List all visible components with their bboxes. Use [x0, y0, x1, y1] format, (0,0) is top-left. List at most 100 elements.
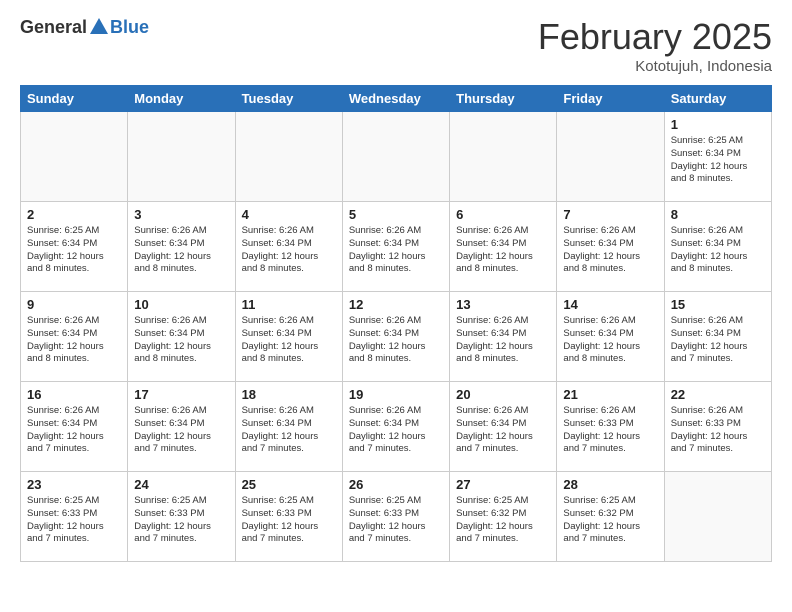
logo-blue-text: Blue — [110, 17, 149, 38]
day-cell: 2 Sunrise: 6:25 AM Sunset: 6:34 PM Daylig… — [21, 202, 128, 292]
week-row-2: 2 Sunrise: 6:25 AM Sunset: 6:34 PM Daylig… — [21, 202, 772, 292]
week-row-5: 23 Sunrise: 6:25 AM Sunset: 6:33 PM Dayli… — [21, 472, 772, 562]
day-info: Sunrise: 6:26 AM Sunset: 6:34 PM Dayligh… — [27, 405, 121, 456]
day-cell — [450, 112, 557, 202]
day-number: 16 — [27, 387, 121, 402]
weekday-header-saturday: Saturday — [664, 86, 771, 112]
day-cell: 1 Sunrise: 6:25 AM Sunset: 6:34 PM Daylig… — [664, 112, 771, 202]
day-info: Sunrise: 6:26 AM Sunset: 6:34 PM Dayligh… — [349, 225, 443, 276]
day-cell: 8 Sunrise: 6:26 AM Sunset: 6:34 PM Daylig… — [664, 202, 771, 292]
day-number: 21 — [563, 387, 657, 402]
logo-icon — [88, 16, 110, 38]
logo-general-text: General — [20, 17, 87, 38]
weekday-header-row: SundayMondayTuesdayWednesdayThursdayFrid… — [21, 86, 772, 112]
day-number: 10 — [134, 297, 228, 312]
day-number: 5 — [349, 207, 443, 222]
day-info: Sunrise: 6:26 AM Sunset: 6:34 PM Dayligh… — [456, 315, 550, 366]
day-info: Sunrise: 6:26 AM Sunset: 6:34 PM Dayligh… — [27, 315, 121, 366]
week-row-1: 1 Sunrise: 6:25 AM Sunset: 6:34 PM Daylig… — [21, 112, 772, 202]
day-info: Sunrise: 6:26 AM Sunset: 6:34 PM Dayligh… — [242, 405, 336, 456]
day-number: 2 — [27, 207, 121, 222]
day-cell: 12 Sunrise: 6:26 AM Sunset: 6:34 PM Dayli… — [342, 292, 449, 382]
day-info: Sunrise: 6:25 AM Sunset: 6:32 PM Dayligh… — [456, 495, 550, 546]
weekday-header-thursday: Thursday — [450, 86, 557, 112]
day-cell — [664, 472, 771, 562]
day-info: Sunrise: 6:25 AM Sunset: 6:33 PM Dayligh… — [27, 495, 121, 546]
day-number: 23 — [27, 477, 121, 492]
day-info: Sunrise: 6:26 AM Sunset: 6:34 PM Dayligh… — [349, 315, 443, 366]
day-info: Sunrise: 6:25 AM Sunset: 6:33 PM Dayligh… — [349, 495, 443, 546]
day-number: 14 — [563, 297, 657, 312]
day-info: Sunrise: 6:26 AM Sunset: 6:34 PM Dayligh… — [563, 225, 657, 276]
day-cell: 5 Sunrise: 6:26 AM Sunset: 6:34 PM Daylig… — [342, 202, 449, 292]
day-number: 19 — [349, 387, 443, 402]
day-number: 15 — [671, 297, 765, 312]
calendar-page: General Blue February 2025 Kototujuh, In… — [0, 0, 792, 578]
day-info: Sunrise: 6:25 AM Sunset: 6:33 PM Dayligh… — [242, 495, 336, 546]
day-number: 7 — [563, 207, 657, 222]
day-cell: 24 Sunrise: 6:25 AM Sunset: 6:33 PM Dayli… — [128, 472, 235, 562]
day-cell: 20 Sunrise: 6:26 AM Sunset: 6:34 PM Dayli… — [450, 382, 557, 472]
day-info: Sunrise: 6:26 AM Sunset: 6:34 PM Dayligh… — [456, 225, 550, 276]
day-number: 22 — [671, 387, 765, 402]
day-cell: 3Sunrise: 6:26 AM Sunset: 6:34 PM Daylig… — [128, 202, 235, 292]
day-cell: 16 Sunrise: 6:26 AM Sunset: 6:34 PM Dayli… — [21, 382, 128, 472]
day-number: 4 — [242, 207, 336, 222]
day-cell — [557, 112, 664, 202]
day-cell: 28 Sunrise: 6:25 AM Sunset: 6:32 PM Dayli… — [557, 472, 664, 562]
week-row-4: 16 Sunrise: 6:26 AM Sunset: 6:34 PM Dayli… — [21, 382, 772, 472]
day-number: 1 — [671, 117, 765, 132]
day-number: 3 — [134, 207, 228, 222]
calendar-title: February 2025 — [538, 16, 772, 58]
weekday-header-friday: Friday — [557, 86, 664, 112]
header: General Blue February 2025 Kototujuh, In… — [20, 16, 772, 75]
day-cell: 6Sunrise: 6:26 AM Sunset: 6:34 PM Daylig… — [450, 202, 557, 292]
day-info: Sunrise: 6:25 AM Sunset: 6:34 PM Dayligh… — [671, 135, 765, 186]
day-number: 28 — [563, 477, 657, 492]
weekday-header-wednesday: Wednesday — [342, 86, 449, 112]
day-info: Sunrise: 6:26 AM Sunset: 6:34 PM Dayligh… — [134, 405, 228, 456]
day-cell: 26 Sunrise: 6:25 AM Sunset: 6:33 PM Dayli… — [342, 472, 449, 562]
day-info: Sunrise: 6:25 AM Sunset: 6:32 PM Dayligh… — [563, 495, 657, 546]
week-row-3: 9 Sunrise: 6:26 AM Sunset: 6:34 PM Daylig… — [21, 292, 772, 382]
day-number: 12 — [349, 297, 443, 312]
day-info: Sunrise: 6:25 AM Sunset: 6:34 PM Dayligh… — [27, 225, 121, 276]
day-number: 17 — [134, 387, 228, 402]
day-cell: 15 Sunrise: 6:26 AM Sunset: 6:34 PM Dayli… — [664, 292, 771, 382]
day-info: Sunrise: 6:25 AM Sunset: 6:33 PM Dayligh… — [134, 495, 228, 546]
calendar-subtitle: Kototujuh, Indonesia — [538, 58, 772, 75]
day-number: 27 — [456, 477, 550, 492]
day-number: 20 — [456, 387, 550, 402]
day-info: Sunrise: 6:26 AM Sunset: 6:33 PM Dayligh… — [563, 405, 657, 456]
day-cell: 7 Sunrise: 6:26 AM Sunset: 6:34 PM Daylig… — [557, 202, 664, 292]
day-number: 9 — [27, 297, 121, 312]
day-number: 13 — [456, 297, 550, 312]
day-cell: 9 Sunrise: 6:26 AM Sunset: 6:34 PM Daylig… — [21, 292, 128, 382]
day-info: Sunrise: 6:26 AM Sunset: 6:34 PM Dayligh… — [671, 225, 765, 276]
day-cell: 11Sunrise: 6:26 AM Sunset: 6:34 PM Dayli… — [235, 292, 342, 382]
day-cell: 17 Sunrise: 6:26 AM Sunset: 6:34 PM Dayli… — [128, 382, 235, 472]
day-cell: 19 Sunrise: 6:26 AM Sunset: 6:34 PM Dayli… — [342, 382, 449, 472]
day-number: 8 — [671, 207, 765, 222]
day-number: 24 — [134, 477, 228, 492]
day-info: Sunrise: 6:26 AM Sunset: 6:34 PM Dayligh… — [242, 225, 336, 276]
day-cell — [128, 112, 235, 202]
day-info: Sunrise: 6:26 AM Sunset: 6:34 PM Dayligh… — [671, 315, 765, 366]
day-number: 26 — [349, 477, 443, 492]
weekday-header-sunday: Sunday — [21, 86, 128, 112]
day-info: Sunrise: 6:26 AM Sunset: 6:34 PM Dayligh… — [563, 315, 657, 366]
day-number: 25 — [242, 477, 336, 492]
day-info: Sunrise: 6:26 AM Sunset: 6:34 PM Dayligh… — [349, 405, 443, 456]
day-cell: 10Sunrise: 6:26 AM Sunset: 6:34 PM Dayli… — [128, 292, 235, 382]
day-cell: 21 Sunrise: 6:26 AM Sunset: 6:33 PM Dayli… — [557, 382, 664, 472]
day-info: Sunrise: 6:26 AM Sunset: 6:33 PM Dayligh… — [671, 405, 765, 456]
day-cell: 25 Sunrise: 6:25 AM Sunset: 6:33 PM Dayli… — [235, 472, 342, 562]
calendar-table: SundayMondayTuesdayWednesdayThursdayFrid… — [20, 85, 772, 562]
day-number: 18 — [242, 387, 336, 402]
day-cell: 4 Sunrise: 6:26 AM Sunset: 6:34 PM Daylig… — [235, 202, 342, 292]
day-cell — [21, 112, 128, 202]
day-info: Sunrise: 6:26 AM Sunset: 6:34 PM Dayligh… — [456, 405, 550, 456]
weekday-header-tuesday: Tuesday — [235, 86, 342, 112]
day-info: Sunrise: 6:26 AM Sunset: 6:34 PM Dayligh… — [242, 315, 336, 366]
title-block: February 2025 Kototujuh, Indonesia — [538, 16, 772, 75]
